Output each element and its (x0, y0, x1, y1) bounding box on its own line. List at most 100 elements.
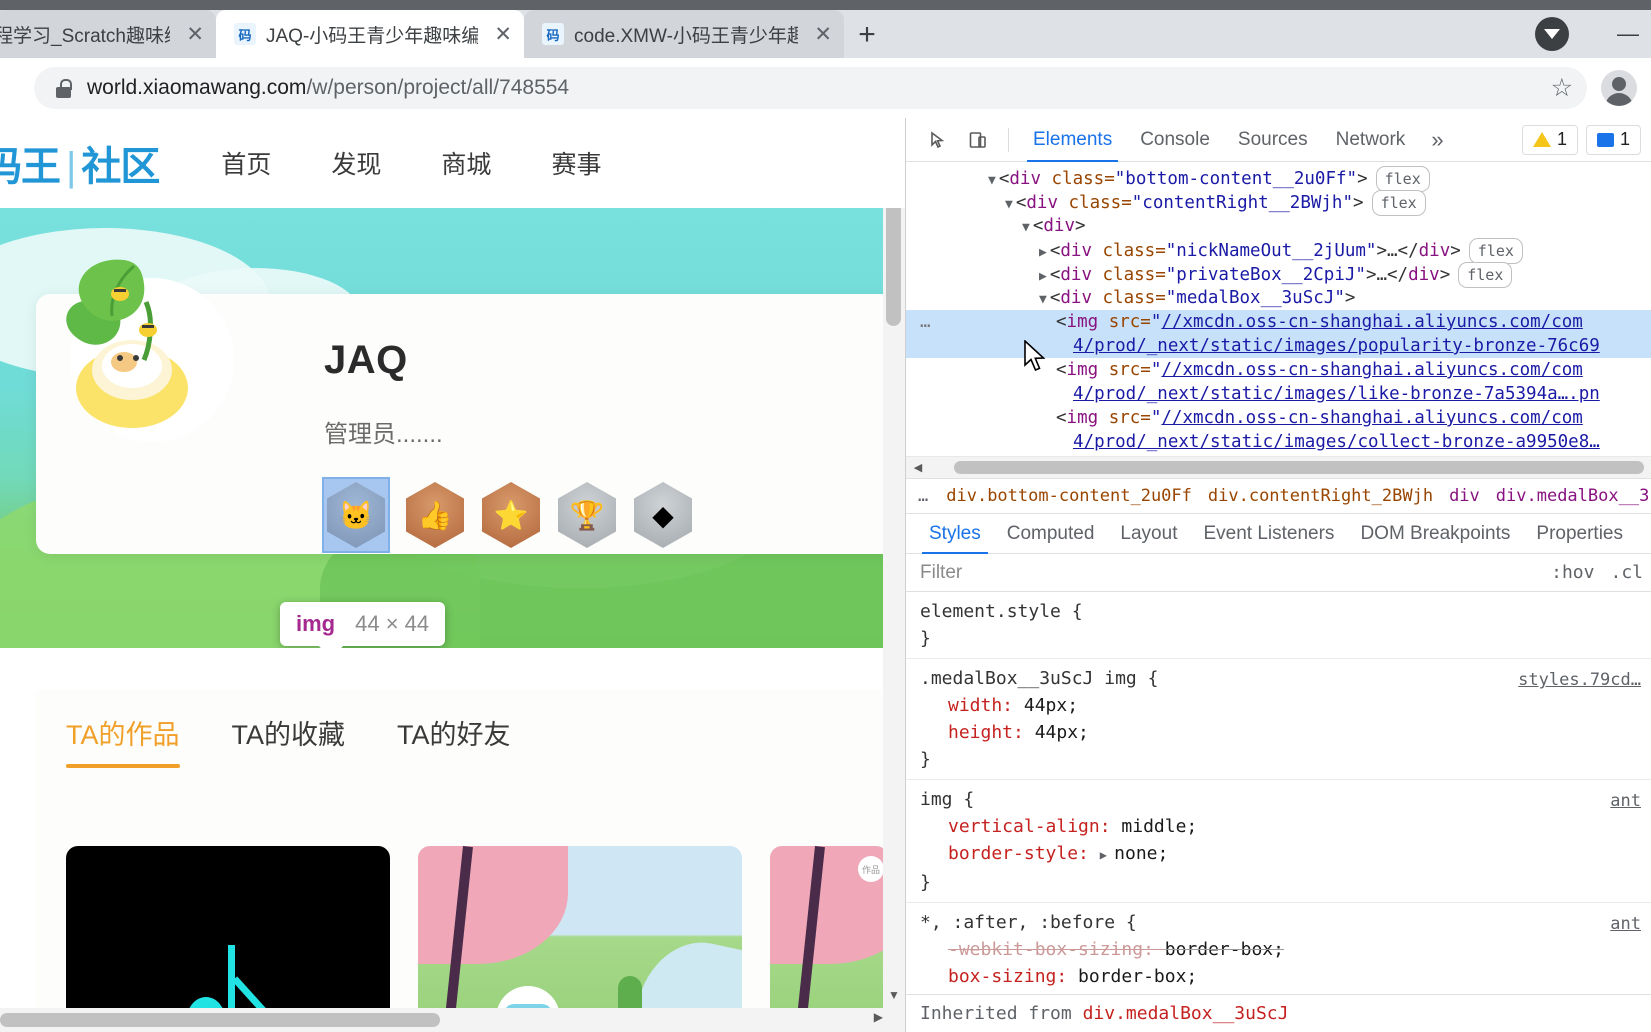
page-horizontal-scrollbar[interactable]: ▶ (0, 1008, 905, 1032)
css-declaration[interactable]: border-style: ▶ none; (920, 840, 1651, 869)
css-declaration[interactable]: width: 44px; (920, 692, 1651, 719)
dom-hscrollbar-thumb[interactable] (954, 461, 1644, 475)
device-toolbar-icon[interactable] (958, 123, 998, 157)
breadcrumb-overflow-icon[interactable]: … (918, 486, 930, 506)
dom-scroll-left-arrow-icon[interactable]: ◀ (906, 461, 930, 474)
browser-tab-1[interactable]: 码 JAQ-小码王青少年趣味编程社区 ✕ (216, 10, 524, 58)
dom-tree-line[interactable]: … <img src="//xmcdn.oss-cn-shanghai.aliyu… (906, 310, 1651, 334)
medal-popularity-bronze[interactable]: 🐱 (322, 477, 390, 553)
css-rule-source-link[interactable]: ant (1610, 911, 1641, 938)
css-declaration[interactable]: vertical-align: middle; (920, 813, 1651, 840)
dom-tree-horizontal-scrollbar[interactable]: ◀ (906, 456, 1651, 479)
new-tab-button[interactable]: + (844, 12, 890, 58)
styles-tab-properties[interactable]: Properties (1523, 514, 1636, 554)
tab-close-icon[interactable]: ✕ (494, 22, 512, 47)
dom-expand-triangle-icon[interactable]: ▼ (1005, 197, 1013, 212)
css-rule[interactable]: ant img {vertical-align: middle; border-st… (906, 780, 1651, 904)
medal-collect-bronze[interactable]: ⭐ (482, 482, 540, 548)
css-property-value: none; (1114, 843, 1169, 865)
medal-diamond-grey[interactable]: ◆ (634, 482, 692, 548)
dom-expand-triangle-icon[interactable]: ▼ (1022, 220, 1030, 235)
dom-expand-triangle-icon[interactable]: ▶ (1039, 269, 1047, 284)
nav-item-store[interactable]: 商城 (441, 145, 491, 181)
dom-tree[interactable]: ▼ <div class="bottom-content__2u0Ff"> flex… (906, 162, 1651, 457)
hscrollbar-thumb[interactable] (0, 1013, 440, 1027)
flex-badge[interactable]: flex (1375, 166, 1430, 192)
breadcrumb-item-0[interactable]: div.bottom-content_2u0Ff (946, 486, 1192, 506)
breadcrumb-item-1[interactable]: div.contentRight_2BWjh (1208, 486, 1433, 506)
medal-trophy-grey[interactable]: 🏆 (558, 482, 616, 548)
devtools-more-tabs-icon[interactable]: » (1419, 127, 1455, 153)
warning-badge[interactable]: 1 (1521, 124, 1578, 155)
force-state-hov-button[interactable]: :hov (1543, 562, 1602, 583)
breadcrumb-item-3[interactable]: div.medalBox__3 (1496, 486, 1650, 506)
styles-filter-input[interactable]: Filter (906, 562, 1543, 584)
css-rule-source-link[interactable]: ant (1610, 788, 1641, 815)
nav-item-discover[interactable]: 发现 (331, 145, 381, 181)
project-card[interactable]: 作品 (770, 846, 888, 1032)
browser-tab-0[interactable]: 程学习_Scratch趣味编程_ ✕ (0, 10, 216, 58)
dom-tree-line[interactable]: ▼ <div class="medalBox__3uScJ"> (906, 286, 1651, 310)
dom-tree-line[interactable]: ▶ <div class="privateBox__2CpiJ">…</div> f… (906, 262, 1651, 288)
project-card[interactable] (66, 846, 390, 1032)
devtools-tab-sources[interactable]: Sources (1224, 118, 1322, 162)
styles-tab-layout[interactable]: Layout (1107, 514, 1190, 554)
styles-tab-computed[interactable]: Computed (994, 514, 1108, 554)
devtools-tab-network[interactable]: Network (1322, 118, 1420, 162)
element-classes-button[interactable]: .cl (1602, 562, 1651, 583)
address-bar[interactable]: world.xiaomawang.com/w/person/project/al… (34, 67, 1587, 109)
css-rule[interactable]: styles.79cd… .medalBox__3uScJ img {width:… (906, 659, 1651, 781)
devtools-tab-console[interactable]: Console (1126, 118, 1224, 162)
message-badge[interactable]: 1 (1585, 124, 1641, 155)
dom-tree-line[interactable]: ▼ <div class="bottom-content__2u0Ff"> flex (906, 166, 1651, 192)
dom-tree-line[interactable]: 4/prod/_next/static/images/popularity-br… (906, 334, 1651, 358)
minimize-button[interactable]: — (1605, 19, 1651, 49)
breadcrumb-item-2[interactable]: div (1449, 486, 1480, 506)
tab-close-icon[interactable]: ✕ (186, 22, 204, 47)
flex-badge[interactable]: flex (1371, 190, 1426, 216)
css-declaration[interactable]: height: 44px; (920, 719, 1651, 746)
medal-like-bronze[interactable]: 👍 (406, 482, 464, 548)
tab-ta-works[interactable]: TA的作品 (66, 713, 180, 768)
css-property-name: box-sizing: (948, 966, 1079, 988)
dom-tree-line[interactable]: 4/prod/_next/static/images/like-bronze-7… (906, 382, 1651, 406)
dom-tree-line[interactable]: <img src="//xmcdn.oss-cn-shanghai.aliyun… (906, 454, 1651, 457)
nav-item-home[interactable]: 首页 (221, 145, 271, 181)
css-rule-source-link[interactable]: styles.79cd… (1518, 667, 1641, 694)
tab-close-icon[interactable]: ✕ (814, 22, 832, 47)
dom-tree-line[interactable]: ▼ <div class="contentRight__2BWjh"> flex (906, 190, 1651, 216)
styles-tab-styles[interactable]: Styles (916, 514, 994, 554)
page-vertical-scrollbar[interactable]: ▲ ▼ (883, 118, 905, 1032)
dom-tree-line[interactable]: <img src="//xmcdn.oss-cn-shanghai.aliyun… (906, 406, 1651, 430)
styles-rules-list[interactable]: element.style {} styles.79cd… .medalBox__3… (906, 592, 1651, 994)
browser-tab-2[interactable]: 码 code.XMW-小码王青少年趣味编 ✕ (524, 10, 844, 58)
scroll-down-arrow-icon[interactable]: ▼ (883, 984, 905, 1006)
download-chevron-icon[interactable] (1535, 17, 1569, 51)
nav-item-contest[interactable]: 赛事 (551, 145, 601, 181)
styles-tab-dom-breakpoints[interactable]: DOM Breakpoints (1347, 514, 1523, 554)
flex-badge[interactable]: flex (1458, 262, 1513, 288)
dom-tree-line[interactable]: ▼ <div> (906, 214, 1651, 238)
css-declaration[interactable]: box-sizing: border-box; (920, 963, 1651, 990)
css-declaration[interactable]: -webkit-box-sizing: border-box; (920, 936, 1651, 963)
css-expand-triangle-icon[interactable]: ▶ (1100, 848, 1114, 862)
styles-tab-event-listeners[interactable]: Event Listeners (1190, 514, 1347, 554)
dom-tree-line[interactable]: 4/prod/_next/static/images/collect-bronz… (906, 430, 1651, 454)
devtools-tab-elements[interactable]: Elements (1019, 118, 1126, 162)
tab-ta-favorites[interactable]: TA的收藏 (232, 713, 346, 768)
profile-avatar-icon[interactable] (1601, 70, 1637, 106)
scroll-right-arrow-icon[interactable]: ▶ (874, 1010, 883, 1024)
project-card[interactable] (418, 846, 742, 1032)
dom-tree-line[interactable]: ▶ <div class="nickNameOut__2jUum">…</div>… (906, 238, 1651, 264)
css-rule[interactable]: ant *, :after, :before {-webkit-box-sizin… (906, 903, 1651, 994)
flex-badge[interactable]: flex (1468, 238, 1523, 264)
site-logo[interactable]: 码王 | 社区 (0, 134, 160, 192)
dom-expand-triangle-icon[interactable]: ▼ (988, 173, 996, 188)
bookmark-star-icon[interactable]: ☆ (1551, 73, 1573, 103)
css-rule[interactable]: element.style {} (906, 592, 1651, 660)
dom-expand-triangle-icon[interactable]: ▶ (1039, 245, 1047, 260)
dom-tree-line[interactable]: <img src="//xmcdn.oss-cn-shanghai.aliyun… (906, 358, 1651, 382)
inspect-element-icon[interactable] (918, 123, 958, 157)
tab-ta-friends[interactable]: TA的好友 (397, 713, 511, 768)
dom-expand-triangle-icon[interactable]: ▼ (1039, 292, 1047, 307)
